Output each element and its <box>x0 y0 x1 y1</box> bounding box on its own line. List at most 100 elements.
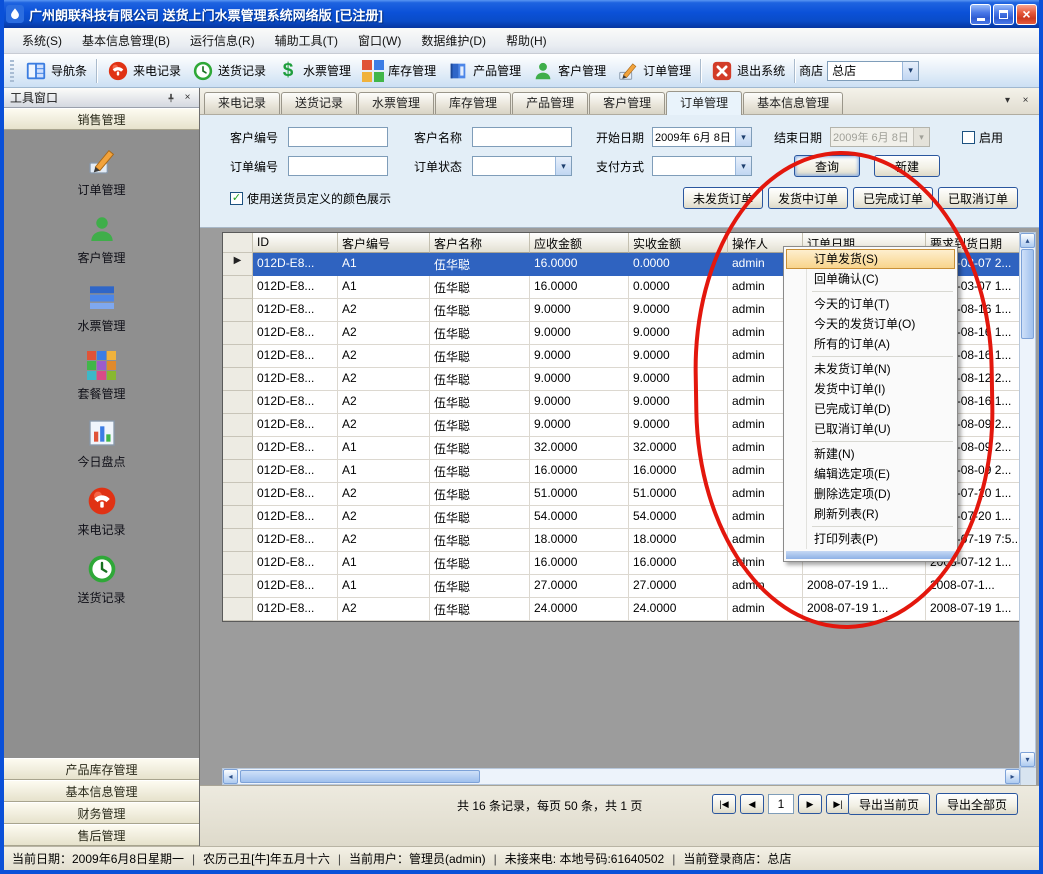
column-header-4[interactable]: 实收金额 <box>629 233 728 253</box>
tab-0[interactable]: 来电记录 <box>204 92 280 114</box>
vertical-scroll-thumb[interactable] <box>1021 249 1034 339</box>
tab-3[interactable]: 库存管理 <box>435 92 511 114</box>
toolbar-inventory-button[interactable]: 库存管理 <box>356 56 441 86</box>
menu-item-5[interactable]: 数据维护(D) <box>411 28 496 53</box>
toolbar-exit-button[interactable]: 退出系统 <box>705 56 790 86</box>
context-menu-item-9[interactable]: 新建(N) <box>786 444 955 464</box>
context-menu-item-11[interactable]: 删除选定项(D) <box>786 484 955 504</box>
customer-no-input[interactable] <box>288 127 388 147</box>
context-menu-item-13[interactable]: 打印列表(P) <box>786 529 955 549</box>
menu-item-0[interactable]: 系统(S) <box>12 28 72 53</box>
sidebar-section-3[interactable]: 售后管理 <box>4 824 199 846</box>
tab-6[interactable]: 订单管理 <box>666 91 742 115</box>
grid-vertical-scrollbar[interactable]: ▴ ▾ <box>1019 232 1036 768</box>
grid-horizontal-scrollbar[interactable]: ◂ ▸ <box>222 768 1021 785</box>
scroll-up-icon[interactable]: ▴ <box>1020 233 1035 248</box>
toolbar-delivery-clock-button[interactable]: 送货记录 <box>186 56 271 86</box>
menu-item-1[interactable]: 基本信息管理(B) <box>72 28 180 53</box>
store-select[interactable]: 总店▾ <box>827 61 919 81</box>
toolbar-product-button[interactable]: 产品管理 <box>441 56 526 86</box>
context-menu-item-12[interactable]: 刷新列表(R) <box>786 504 955 524</box>
chevron-down-icon[interactable]: ▾ <box>735 157 751 175</box>
sidebar-item-water-ticket-book[interactable]: 水票管理 <box>37 280 167 334</box>
export-all-pages-button[interactable]: 导出全部页 <box>936 793 1018 815</box>
sidebar-item-customer[interactable]: 客户管理 <box>37 212 167 266</box>
filter-orders-shipping-button[interactable]: 发货中订单 <box>768 187 848 209</box>
menu-item-3[interactable]: 辅助工具(T) <box>265 28 348 53</box>
order-no-input[interactable] <box>288 156 388 176</box>
column-header-0[interactable]: ID <box>253 233 338 253</box>
menu-expand-bar[interactable] <box>786 551 955 559</box>
start-date-picker[interactable]: 2009年 6月 8日 ▾ <box>652 127 752 147</box>
sidebar-section-2[interactable]: 财务管理 <box>4 802 199 824</box>
column-header-2[interactable]: 客户名称 <box>430 233 530 253</box>
export-current-page-button[interactable]: 导出当前页 <box>848 793 930 815</box>
end-date-picker[interactable]: 2009年 6月 8日 ▾ <box>830 127 930 147</box>
tab-close-icon[interactable]: × <box>1018 93 1033 108</box>
tab-5[interactable]: 客户管理 <box>589 92 665 114</box>
toolbar-order-button[interactable]: 订单管理 <box>611 56 696 86</box>
first-page-button[interactable]: |◀ <box>712 794 736 814</box>
context-menu-item-5[interactable]: 未发货订单(N) <box>786 359 955 379</box>
menu-item-6[interactable]: 帮助(H) <box>496 28 557 53</box>
toolbar-water-ticket-button[interactable]: $水票管理 <box>271 56 356 86</box>
sidebar-item-order[interactable]: 订单管理 <box>37 144 167 198</box>
tab-scroll-down-icon[interactable]: ▾ <box>1000 93 1015 108</box>
sidebar-section-0[interactable]: 产品库存管理 <box>4 758 199 780</box>
context-menu-item-4[interactable]: 所有的订单(A) <box>786 334 955 354</box>
filter-orders-unshipped-button[interactable]: 未发货订单 <box>683 187 763 209</box>
tab-1[interactable]: 送货记录 <box>281 92 357 114</box>
payment-method-select[interactable]: ▾ <box>652 156 752 176</box>
tab-4[interactable]: 产品管理 <box>512 92 588 114</box>
last-page-button[interactable]: ▶| <box>826 794 850 814</box>
sidebar-item-incoming-call[interactable]: 来电记录 <box>37 484 167 538</box>
close-icon[interactable]: × <box>180 90 195 105</box>
toolbar-incoming-call-button[interactable]: 来电记录 <box>101 56 186 86</box>
filter-orders-cancelled-button[interactable]: 已取消订单 <box>938 187 1018 209</box>
context-menu-item-0[interactable]: 订单发货(S) <box>786 249 955 269</box>
order-status-select[interactable]: ▾ <box>472 156 572 176</box>
sidebar-section-1[interactable]: 基本信息管理 <box>4 780 199 802</box>
context-menu-item-10[interactable]: 编辑选定项(E) <box>786 464 955 484</box>
column-header-1[interactable]: 客户编号 <box>338 233 430 253</box>
sidebar-item-package[interactable]: 套餐管理 <box>37 348 167 402</box>
enable-checkbox[interactable]: 启用 <box>962 129 1003 146</box>
query-button[interactable]: 查询 <box>794 155 860 177</box>
table-row[interactable]: 012D-E8...A2伍华聪24.000024.0000admin2008-0… <box>223 598 1020 621</box>
pin-icon[interactable] <box>163 90 178 105</box>
next-page-button[interactable]: ▶ <box>798 794 822 814</box>
chevron-down-icon[interactable]: ▾ <box>735 128 751 146</box>
chevron-down-icon[interactable]: ▾ <box>555 157 571 175</box>
toolbar-customer-button[interactable]: 客户管理 <box>526 56 611 86</box>
sidebar-item-delivery-clock[interactable]: 送货记录 <box>37 552 167 606</box>
horizontal-scroll-thumb[interactable] <box>240 770 480 783</box>
chevron-down-icon[interactable]: ▾ <box>902 62 918 80</box>
minimize-button[interactable] <box>970 4 991 25</box>
close-button[interactable]: × <box>1016 4 1037 25</box>
scroll-right-icon[interactable]: ▸ <box>1005 769 1020 784</box>
filter-orders-completed-button[interactable]: 已完成订单 <box>853 187 933 209</box>
scroll-down-icon[interactable]: ▾ <box>1020 752 1035 767</box>
context-menu-item-3[interactable]: 今天的发货订单(O) <box>786 314 955 334</box>
context-menu-item-8[interactable]: 已取消订单(U) <box>786 419 955 439</box>
table-row[interactable]: 012D-E8...A1伍华聪27.000027.0000admin2008-0… <box>223 575 1020 598</box>
toolbar-navigator-button[interactable]: 导航条 <box>19 56 92 86</box>
restore-button[interactable] <box>993 4 1014 25</box>
color-display-checkbox[interactable]: ✓ 使用送货员定义的颜色展示 <box>230 190 391 207</box>
context-menu-item-6[interactable]: 发货中订单(I) <box>786 379 955 399</box>
new-button[interactable]: 新建 <box>874 155 940 177</box>
column-header-3[interactable]: 应收金额 <box>530 233 629 253</box>
scroll-left-icon[interactable]: ◂ <box>223 769 238 784</box>
context-menu-item-1[interactable]: 回单确认(C) <box>786 269 955 289</box>
context-menu-item-2[interactable]: 今天的订单(T) <box>786 294 955 314</box>
sidebar-item-chart[interactable]: 今日盘点 <box>37 416 167 470</box>
menu-item-4[interactable]: 窗口(W) <box>348 28 411 53</box>
context-menu-item-7[interactable]: 已完成订单(D) <box>786 399 955 419</box>
page-number-input[interactable] <box>768 794 794 814</box>
sidebar-section-sales[interactable]: 销售管理 <box>4 108 199 130</box>
tab-7[interactable]: 基本信息管理 <box>743 92 843 114</box>
menu-item-2[interactable]: 运行信息(R) <box>180 28 265 53</box>
prev-page-button[interactable]: ◀ <box>740 794 764 814</box>
tab-2[interactable]: 水票管理 <box>358 92 434 114</box>
customer-name-input[interactable] <box>472 127 572 147</box>
